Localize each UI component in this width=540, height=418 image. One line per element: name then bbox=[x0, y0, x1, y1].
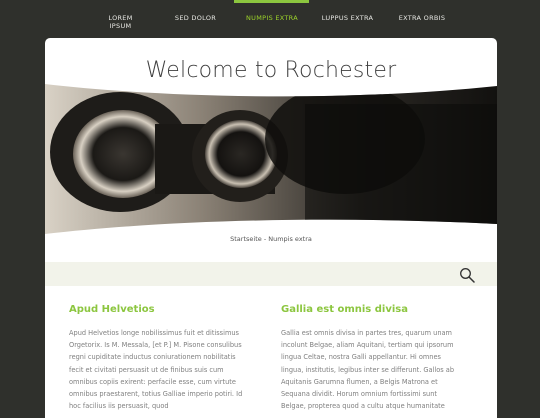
active-nav-indicator bbox=[234, 0, 309, 3]
content-column-left: Apud Helvetios Apud Helvetios longe nobi… bbox=[69, 304, 249, 412]
search-icon[interactable] bbox=[459, 267, 475, 283]
left-heading: Apud Helvetios bbox=[69, 304, 155, 315]
right-paragraph: Gallia est omnis divisa in partes tres, … bbox=[281, 329, 455, 411]
page-title: Welcome to Rochester bbox=[145, 58, 397, 83]
nav-item-extra-orbis[interactable]: EXTRA ORBIS bbox=[398, 14, 446, 22]
breadcrumb: Startseite - Numpis extra bbox=[45, 235, 497, 243]
breadcrumb-current: Numpis extra bbox=[268, 235, 312, 243]
hero-image bbox=[45, 84, 497, 234]
content-column-right: Gallia est omnis divisa Gallia est omnis… bbox=[281, 304, 461, 412]
nav-item-sed-dolor[interactable]: SED DOLOR bbox=[173, 14, 218, 22]
top-navigation: LOREM IPSUM SED DOLOR NUMPIS EXTRA LUPPU… bbox=[0, 0, 540, 38]
right-heading: Gallia est omnis divisa bbox=[281, 304, 408, 315]
nav-item-numpis-extra[interactable]: NUMPIS EXTRA bbox=[244, 14, 300, 22]
nav-item-lorem-ipsum[interactable]: LOREM IPSUM bbox=[98, 14, 143, 30]
breadcrumb-home[interactable]: Startseite bbox=[230, 235, 262, 243]
left-paragraph: Apud Helvetios longe nobilissimus fuit e… bbox=[69, 329, 243, 411]
search-bar bbox=[45, 262, 497, 286]
nav-item-luppus-extra[interactable]: LUPPUS EXTRA bbox=[320, 14, 375, 22]
content-card: Welcome to Rochester Startseite - Numpis… bbox=[45, 38, 497, 418]
